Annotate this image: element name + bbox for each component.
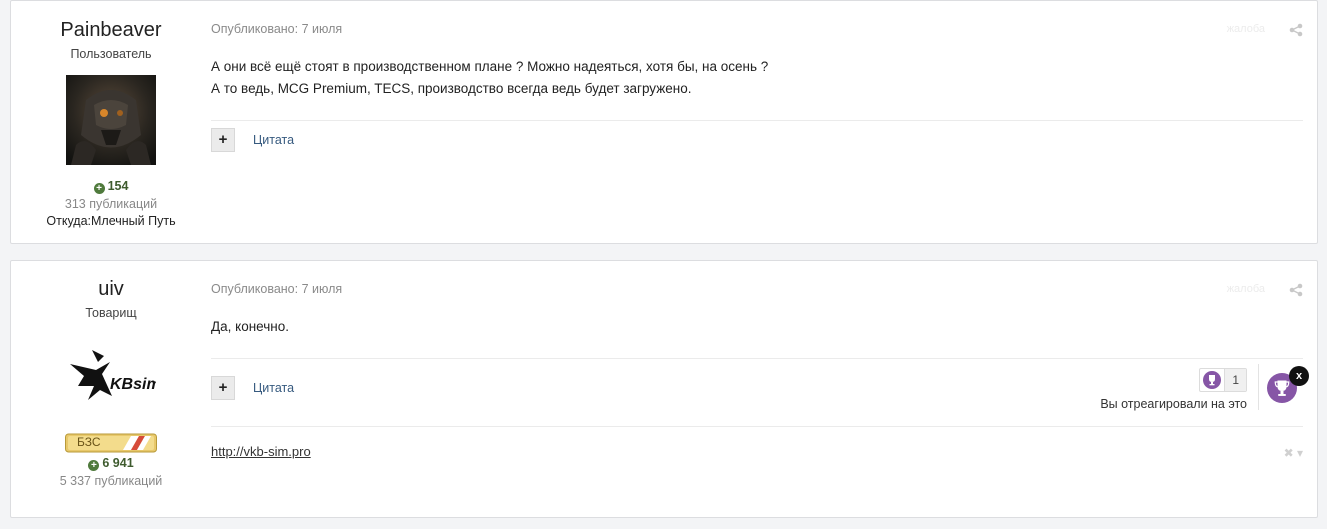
content-line: Да, конечно. xyxy=(211,319,289,334)
multiquote-button[interactable]: + xyxy=(211,128,235,152)
avatar[interactable]: KBsim xyxy=(66,334,161,424)
location: Откуда:Млечный Путь xyxy=(46,214,176,228)
plus-circle-icon: + xyxy=(88,460,100,471)
author-name[interactable]: Painbeaver xyxy=(11,19,211,41)
reaction-text[interactable]: Вы отреагировали на это xyxy=(1100,397,1247,411)
trophy-icon xyxy=(1274,380,1290,396)
signature-controls[interactable]: ✖ ▾ xyxy=(1284,446,1303,460)
divider xyxy=(211,426,1303,427)
divider xyxy=(211,358,1303,359)
logo-text: KBsim xyxy=(110,376,156,393)
caret-down-icon[interactable]: ▾ xyxy=(1297,446,1303,460)
content-line: А то ведь, MCG Premium, TECS, производст… xyxy=(211,81,692,96)
rank-badge: БЗС xyxy=(65,432,157,454)
close-icon[interactable]: x xyxy=(1289,366,1309,386)
close-icon[interactable]: ✖ xyxy=(1284,446,1294,460)
avatar[interactable] xyxy=(66,75,156,165)
quote-button[interactable]: Цитата xyxy=(253,133,294,147)
author-title: Пользователь xyxy=(70,47,152,61)
quote-button[interactable]: Цитата xyxy=(253,381,294,395)
publication-count: 313 публикаций xyxy=(64,197,158,211)
multiquote-button[interactable]: + xyxy=(211,376,235,400)
post-painbeaver: Painbeaver Пользователь + 154 313 публик… xyxy=(10,0,1318,244)
divider xyxy=(1258,364,1259,410)
author-name[interactable]: uiv xyxy=(11,278,211,300)
signature-link[interactable]: http://vkb-sim.pro xyxy=(211,444,311,459)
publication-count: 5 337 публикаций xyxy=(59,474,163,488)
divider xyxy=(211,120,1303,121)
reputation[interactable]: +154 xyxy=(11,179,211,194)
post-date[interactable]: Опубликовано: 7 июля xyxy=(211,22,342,36)
reputation[interactable]: +6 941 xyxy=(11,456,211,471)
author-title: Товарищ xyxy=(85,306,137,320)
post-content: А они всё ещё стоят в производственном п… xyxy=(211,56,768,100)
author-panel: Painbeaver Пользователь + 154 313 публик… xyxy=(11,1,211,228)
plus-circle-icon: + xyxy=(93,183,105,194)
reaction-count: 1 xyxy=(1224,369,1246,391)
post-date[interactable]: Опубликовано: 7 июля xyxy=(211,282,342,296)
content-line: А они всё ещё стоят в производственном п… xyxy=(211,59,769,74)
author-panel: uiv Товарищ KBsim БЗС +6 941 5 337 публи… xyxy=(11,261,211,488)
share-icon[interactable] xyxy=(1289,283,1303,297)
report-link[interactable]: жалоба xyxy=(1227,283,1265,295)
post-content: Да, конечно. xyxy=(211,316,289,338)
trophy-icon xyxy=(1203,371,1222,389)
share-icon[interactable] xyxy=(1289,23,1303,37)
post-uiv: uiv Товарищ KBsim БЗС +6 941 5 337 публи… xyxy=(10,260,1318,518)
report-link[interactable]: жалоба xyxy=(1227,23,1265,35)
reaction-summary[interactable]: 1 xyxy=(1199,368,1247,392)
